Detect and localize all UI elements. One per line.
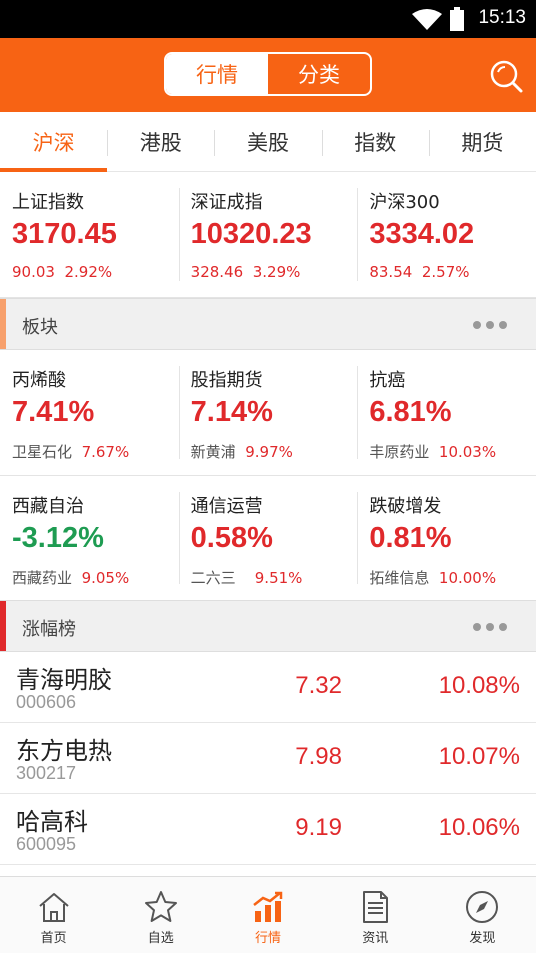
tab-us-stocks[interactable]: 美股 xyxy=(214,112,321,171)
stock-price: 9.19 xyxy=(295,814,342,841)
sector-card[interactable]: 通信运营 0.58% 二六三 9.51% xyxy=(178,476,358,600)
section-accent-bar xyxy=(0,601,6,651)
index-card[interactable]: 上证指数 3170.45 90.03 2.92% xyxy=(0,172,179,297)
more-icon[interactable] xyxy=(473,321,507,329)
wifi-icon xyxy=(412,9,442,30)
search-icon[interactable] xyxy=(488,58,524,94)
home-icon xyxy=(38,893,69,922)
view-switcher: 行情 分类 xyxy=(164,52,372,96)
sector-leader: 新黄浦 9.97% xyxy=(190,443,293,461)
section-title: 板块 xyxy=(22,317,58,338)
index-card[interactable]: 深证成指 10320.23 328.46 3.29% xyxy=(178,172,358,297)
nav-discover[interactable]: 发现 xyxy=(429,877,536,953)
compass-icon xyxy=(466,891,499,923)
sector-leader: 西藏药业 9.05% xyxy=(12,569,130,587)
sector-pct: -3.12% xyxy=(12,522,104,554)
sector-name: 股指期货 xyxy=(190,370,263,391)
sector-name: 跌破增发 xyxy=(369,496,442,517)
status-bar: 15:13 xyxy=(0,0,536,38)
nav-market[interactable]: 行情 xyxy=(214,877,321,953)
stock-code: 300217 xyxy=(16,763,77,783)
sector-row: 西藏自治 -3.12% 西藏药业 9.05% 通信运营 0.58% 二六三 9.… xyxy=(0,476,536,600)
sector-card[interactable]: 丙烯酸 7.41% 卫星石化 7.67% xyxy=(0,350,179,475)
tab-indices[interactable]: 指数 xyxy=(321,112,429,171)
index-cards: 上证指数 3170.45 90.03 2.92% 深证成指 10320.23 3… xyxy=(0,172,536,298)
sector-leader: 拓维信息 10.00% xyxy=(369,569,497,587)
index-change: 90.03 2.92% xyxy=(12,263,113,281)
nav-watchlist[interactable]: 自选 xyxy=(107,877,214,953)
tab-shanghai-shenzhen[interactable]: 沪深 xyxy=(0,112,108,172)
nav-news[interactable]: 资讯 xyxy=(322,877,429,953)
stock-name: 东方电热 xyxy=(16,737,112,765)
gainers-section-header: 涨幅榜 xyxy=(0,600,536,652)
sector-pct: 7.14% xyxy=(190,396,273,428)
clock: 15:13 xyxy=(478,7,526,28)
tab-futures[interactable]: 期货 xyxy=(428,112,536,171)
index-change: 328.46 3.29% xyxy=(190,263,301,281)
stock-name: 哈高科 xyxy=(16,808,88,836)
nav-label: 首页 xyxy=(40,931,67,946)
sector-card[interactable]: 抗癌 6.81% 丰原药业 10.03% xyxy=(357,350,536,475)
market-tabs: 沪深 港股 美股 指数 期货 xyxy=(0,112,536,172)
nav-label: 发现 xyxy=(469,931,496,946)
stock-row[interactable]: 青海明胶 000606 7.32 10.08% xyxy=(0,652,536,723)
sector-leader: 丰原药业 10.03% xyxy=(369,443,497,461)
section-accent-bar xyxy=(0,299,6,349)
sector-name: 抗癌 xyxy=(369,370,406,391)
segment-market[interactable]: 行情 xyxy=(166,54,268,94)
sector-row: 丙烯酸 7.41% 卫星石化 7.67% 股指期货 7.14% 新黄浦 9.97… xyxy=(0,350,536,476)
stock-row[interactable]: 东方电热 300217 7.98 10.07% xyxy=(0,723,536,794)
stock-price: 7.98 xyxy=(295,743,342,770)
app-bar: 行情 分类 xyxy=(0,38,536,112)
star-icon xyxy=(144,891,177,922)
market-chart-icon xyxy=(253,891,283,922)
bottom-navigation: 首页 自选 行情 资讯 发现 xyxy=(0,876,536,953)
index-name: 深证成指 xyxy=(190,192,263,213)
index-card[interactable]: 沪深300 3334.02 83.54 2.57% xyxy=(357,172,536,297)
sector-leader: 卫星石化 7.67% xyxy=(12,443,130,461)
tab-hong-kong[interactable]: 港股 xyxy=(107,112,214,171)
index-value: 10320.23 xyxy=(190,218,312,250)
more-icon[interactable] xyxy=(473,623,507,631)
sector-card[interactable]: 股指期货 7.14% 新黄浦 9.97% xyxy=(178,350,358,475)
stock-pct: 10.06% xyxy=(438,814,520,841)
section-title: 涨幅榜 xyxy=(22,619,76,640)
sector-leader: 二六三 9.51% xyxy=(190,569,303,587)
stock-row[interactable]: 哈高科 600095 9.19 10.06% xyxy=(0,794,536,865)
sector-pct: 0.81% xyxy=(369,522,452,554)
stock-code: 600095 xyxy=(16,834,77,854)
stock-code: 000606 xyxy=(16,692,77,712)
news-icon xyxy=(363,891,389,923)
sector-card[interactable]: 跌破增发 0.81% 拓维信息 10.00% xyxy=(357,476,536,600)
index-name: 沪深300 xyxy=(369,192,440,213)
sector-pct: 0.58% xyxy=(190,522,273,554)
segment-category[interactable]: 分类 xyxy=(268,54,370,94)
sector-pct: 7.41% xyxy=(12,396,95,428)
index-value: 3334.02 xyxy=(369,218,475,250)
stock-pct: 10.08% xyxy=(438,672,520,699)
sectors-section-header: 板块 xyxy=(0,298,536,350)
stock-pct: 10.07% xyxy=(438,743,520,770)
index-change: 83.54 2.57% xyxy=(369,263,470,281)
stock-name: 青海明胶 xyxy=(16,666,112,694)
nav-label: 资讯 xyxy=(362,931,389,946)
sector-card[interactable]: 西藏自治 -3.12% 西藏药业 9.05% xyxy=(0,476,179,600)
sector-name: 丙烯酸 xyxy=(12,370,66,391)
nav-label: 行情 xyxy=(255,931,282,946)
stock-price: 7.32 xyxy=(295,672,342,699)
index-name: 上证指数 xyxy=(12,192,84,213)
nav-home[interactable]: 首页 xyxy=(0,877,107,953)
sector-name: 通信运营 xyxy=(190,496,263,517)
nav-label: 自选 xyxy=(147,931,174,946)
index-value: 3170.45 xyxy=(12,218,117,250)
sector-pct: 6.81% xyxy=(369,396,452,428)
battery-icon xyxy=(450,7,464,31)
sector-name: 西藏自治 xyxy=(12,496,84,517)
